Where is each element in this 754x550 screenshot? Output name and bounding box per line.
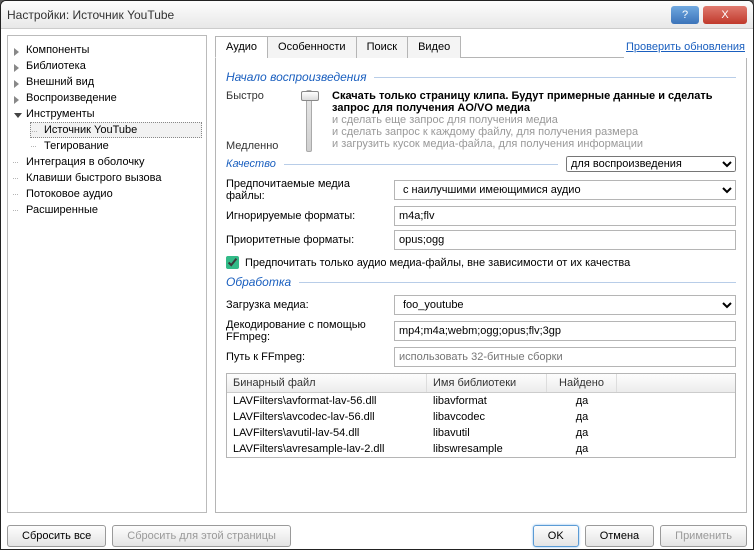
- section-quality-title: Качество для воспроизведения: [226, 156, 736, 172]
- tree-item-tools[interactable]: Инструменты: [12, 106, 202, 122]
- label-fast: Быстро: [226, 90, 286, 102]
- ok-button[interactable]: OK: [533, 525, 579, 547]
- nav-tree[interactable]: Компоненты Библиотека Внешний вид Воспро…: [7, 35, 207, 513]
- tab-search[interactable]: Поиск: [356, 36, 408, 58]
- tree-item-advanced[interactable]: ···Расширенные: [12, 202, 202, 218]
- tree-item-tagging[interactable]: ···Тегирование: [30, 138, 202, 154]
- ignored-formats-input[interactable]: [394, 206, 736, 226]
- label-preferred-media: Предпочитаемые медиа файлы:: [226, 178, 386, 202]
- settings-window: Настройки: Источник YouTube ? X Компонен…: [0, 0, 754, 550]
- table-row[interactable]: LAVFilters\avcodec-lav-56.dlllibavcodecд…: [227, 409, 735, 425]
- tab-content: Начало воспроизведения Быстро Медленно С…: [215, 58, 747, 513]
- apply-button[interactable]: Применить: [660, 525, 747, 547]
- window-title: Настройки: Источник YouTube: [7, 8, 671, 22]
- libs-table: Бинарный файл Имя библиотеки Найдено LAV…: [226, 373, 736, 458]
- table-row[interactable]: LAVFilters\avresample-lav-2.dlllibswresa…: [227, 441, 735, 457]
- tree-item-components[interactable]: Компоненты: [12, 42, 202, 58]
- label-media-load: Загрузка медиа:: [226, 299, 386, 311]
- speed-slider[interactable]: [306, 90, 312, 152]
- tab-audio[interactable]: Аудио: [215, 36, 268, 58]
- priority-formats-input[interactable]: [394, 230, 736, 250]
- titlebar: Настройки: Источник YouTube ? X: [1, 1, 753, 29]
- help-button[interactable]: ?: [671, 6, 699, 24]
- tree-item-playback[interactable]: Воспроизведение: [12, 90, 202, 106]
- tree-item-appearance[interactable]: Внешний вид: [12, 74, 202, 90]
- table-row[interactable]: LAVFilters\avformat-lav-56.dlllibavforma…: [227, 393, 735, 409]
- th-found[interactable]: Найдено: [547, 374, 617, 392]
- slider-thumb[interactable]: [301, 91, 319, 101]
- section-playback-title: Начало воспроизведения: [226, 70, 736, 84]
- check-updates-link[interactable]: Проверить обновления: [624, 37, 747, 57]
- tab-features[interactable]: Особенности: [267, 36, 357, 58]
- prefer-audio-label: Предпочитать только аудио медиа-файлы, в…: [245, 257, 630, 269]
- tree-item-library[interactable]: Библиотека: [12, 58, 202, 74]
- label-priority-formats: Приоритетные форматы:: [226, 234, 386, 246]
- tree-item-shell[interactable]: ···Интеграция в оболочку: [12, 154, 202, 170]
- ffmpeg-path-input[interactable]: [394, 347, 736, 367]
- tree-item-youtube-source[interactable]: ···Источник YouTube: [30, 122, 202, 138]
- th-binary[interactable]: Бинарный файл: [227, 374, 427, 392]
- quality-mode-select[interactable]: для воспроизведения: [566, 156, 736, 172]
- tab-bar: Аудио Особенности Поиск Видео: [215, 35, 624, 58]
- prefer-audio-checkbox[interactable]: [226, 256, 239, 269]
- preferred-media-select[interactable]: с наилучшими имеющимися аудио: [394, 180, 736, 200]
- label-slow: Медленно: [226, 140, 286, 152]
- th-libname[interactable]: Имя библиотеки: [427, 374, 547, 392]
- main-panel: Аудио Особенности Поиск Видео Проверить …: [215, 35, 747, 513]
- playback-descriptions: Скачать только страницу клипа. Будут при…: [332, 90, 736, 152]
- tree-item-shortcuts[interactable]: ···Клавиши быстрого вызова: [12, 170, 202, 186]
- dialog-footer: Сбросить все Сбросить для этой страницы …: [1, 519, 753, 550]
- cancel-button[interactable]: Отмена: [585, 525, 654, 547]
- tree-item-streaming[interactable]: ···Потоковое аудио: [12, 186, 202, 202]
- table-row[interactable]: LAVFilters\avutil-lav-54.dlllibavutilда: [227, 425, 735, 441]
- label-ffmpeg-decode: Декодирование с помощью FFmpeg:: [226, 319, 386, 343]
- reset-page-button[interactable]: Сбросить для этой страницы: [112, 525, 291, 547]
- label-ignored-formats: Игнорируемые форматы:: [226, 210, 386, 222]
- media-load-select[interactable]: foo_youtube: [394, 295, 736, 315]
- reset-all-button[interactable]: Сбросить все: [7, 525, 106, 547]
- close-button[interactable]: X: [703, 6, 747, 24]
- section-processing-title: Обработка: [226, 275, 736, 289]
- label-ffmpeg-path: Путь к FFmpeg:: [226, 351, 386, 363]
- tab-video[interactable]: Видео: [407, 36, 461, 58]
- ffmpeg-decode-input[interactable]: [394, 321, 736, 341]
